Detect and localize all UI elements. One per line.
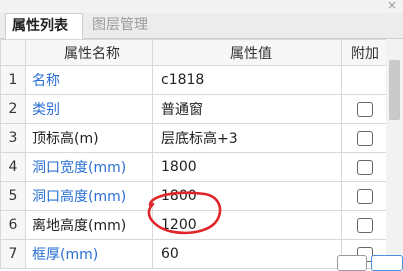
panel-title-bar: × <box>0 0 403 13</box>
attach-cell <box>341 181 389 211</box>
table-row[interactable]: 2 类别 普通窗 <box>0 94 389 124</box>
row-index: 2 <box>0 94 26 124</box>
bottom-button[interactable] <box>337 255 367 271</box>
row-index: 3 <box>0 123 26 153</box>
property-name: 离地高度(mm) <box>25 210 153 240</box>
table-row[interactable]: 7 框厚(mm) 60 <box>0 239 389 269</box>
property-name: 框厚(mm) <box>25 239 153 269</box>
property-value[interactable]: 层底标高+3 <box>152 123 342 153</box>
attach-cell <box>341 123 389 153</box>
attach-checkbox[interactable] <box>357 101 373 117</box>
table-row[interactable]: 5 洞口高度(mm) 1800 <box>0 181 389 211</box>
property-table: 属性名称 属性值 附加 1 名称 c1818 2 类别 普通窗 3 顶标高(m)… <box>0 39 389 269</box>
table-row[interactable]: 3 顶标高(m) 层底标高+3 <box>0 123 389 153</box>
attach-checkbox[interactable] <box>357 130 373 146</box>
header-property-name: 属性名称 <box>25 39 153 66</box>
property-value[interactable]: 1800 <box>152 181 342 211</box>
table-row[interactable]: 1 名称 c1818 <box>0 65 389 95</box>
close-icon[interactable]: × <box>387 0 397 12</box>
property-name: 类别 <box>25 94 153 124</box>
property-value[interactable]: c1818 <box>152 65 342 95</box>
row-index: 5 <box>0 181 26 211</box>
row-index: 4 <box>0 152 26 182</box>
property-value[interactable]: 60 <box>152 239 342 269</box>
tab-property-list[interactable]: 属性列表 <box>5 13 83 39</box>
attach-cell <box>341 94 389 124</box>
property-name: 顶标高(m) <box>25 123 153 153</box>
attach-cell <box>341 210 389 240</box>
attach-cell <box>341 152 389 182</box>
property-name: 洞口宽度(mm) <box>25 152 153 182</box>
header-property-value: 属性值 <box>152 39 342 66</box>
property-name: 洞口高度(mm) <box>25 181 153 211</box>
row-index: 7 <box>0 239 26 269</box>
attach-checkbox[interactable] <box>357 188 373 204</box>
row-index: 1 <box>0 65 26 95</box>
attach-checkbox[interactable] <box>357 217 373 233</box>
table-header-row: 属性名称 属性值 附加 <box>0 39 389 66</box>
property-value[interactable]: 普通窗 <box>152 94 342 124</box>
scrollbar-thumb[interactable] <box>389 60 400 120</box>
row-index: 6 <box>0 210 26 240</box>
property-value[interactable]: 1200 <box>152 210 342 240</box>
tab-bar: 属性列表 图层管理 <box>0 13 403 39</box>
table-row[interactable]: 4 洞口宽度(mm) 1800 <box>0 152 389 182</box>
property-value[interactable]: 1800 <box>152 152 342 182</box>
table-row[interactable]: 6 离地高度(mm) 1200 <box>0 210 389 240</box>
tab-layer-management[interactable]: 图层管理 <box>86 13 166 38</box>
header-index <box>0 39 26 66</box>
bottom-button-primary[interactable] <box>371 255 403 271</box>
property-name: 名称 <box>25 65 153 95</box>
attach-cell <box>341 65 389 95</box>
attach-checkbox[interactable] <box>357 159 373 175</box>
header-attach: 附加 <box>341 39 389 66</box>
